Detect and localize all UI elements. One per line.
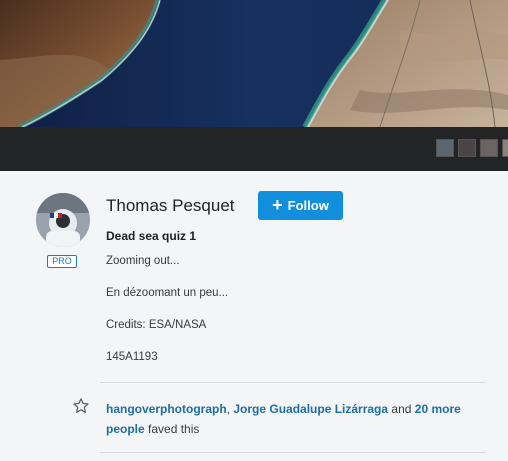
follow-label: Follow bbox=[287, 198, 329, 213]
faves-and: and bbox=[388, 402, 415, 416]
avatar[interactable] bbox=[36, 193, 90, 247]
star-icon[interactable] bbox=[72, 397, 90, 415]
plus-icon: + bbox=[272, 194, 283, 215]
photo-image bbox=[0, 0, 508, 127]
divider bbox=[100, 452, 486, 453]
photo-title: Dead sea quiz 1 bbox=[106, 229, 197, 243]
filmstrip-thumbnail[interactable] bbox=[436, 139, 454, 157]
photo-info-panel: PRO Thomas Pesquet + Follow Dead sea qui… bbox=[0, 171, 508, 461]
faves-suffix: faved this bbox=[144, 422, 200, 436]
description-line: 145A1193 bbox=[106, 351, 158, 363]
filmstrip-thumbnail[interactable] bbox=[458, 139, 476, 157]
faves-summary: hangoverphotograph, Jorge Guadalupe Lizá… bbox=[106, 399, 476, 439]
filmstrip-thumbnail[interactable] bbox=[480, 139, 498, 157]
main-photo[interactable] bbox=[0, 0, 508, 127]
fave-user-link[interactable]: Jorge Guadalupe Lizárraga bbox=[233, 402, 388, 416]
description-line: Credits: ESA/NASA bbox=[106, 319, 207, 331]
author-name[interactable]: Thomas Pesquet bbox=[106, 196, 235, 216]
filmstrip-thumbnail[interactable] bbox=[502, 139, 508, 157]
photo-filmstrip bbox=[0, 127, 508, 171]
pro-badge: PRO bbox=[47, 255, 77, 268]
fave-user-link[interactable]: hangoverphotograph bbox=[106, 402, 227, 416]
description-line: En dézoomant un peu... bbox=[106, 287, 229, 299]
divider bbox=[100, 382, 486, 383]
follow-button[interactable]: + Follow bbox=[258, 191, 343, 220]
description-line: Zooming out... bbox=[106, 255, 180, 267]
astronaut-avatar-image bbox=[36, 193, 90, 247]
